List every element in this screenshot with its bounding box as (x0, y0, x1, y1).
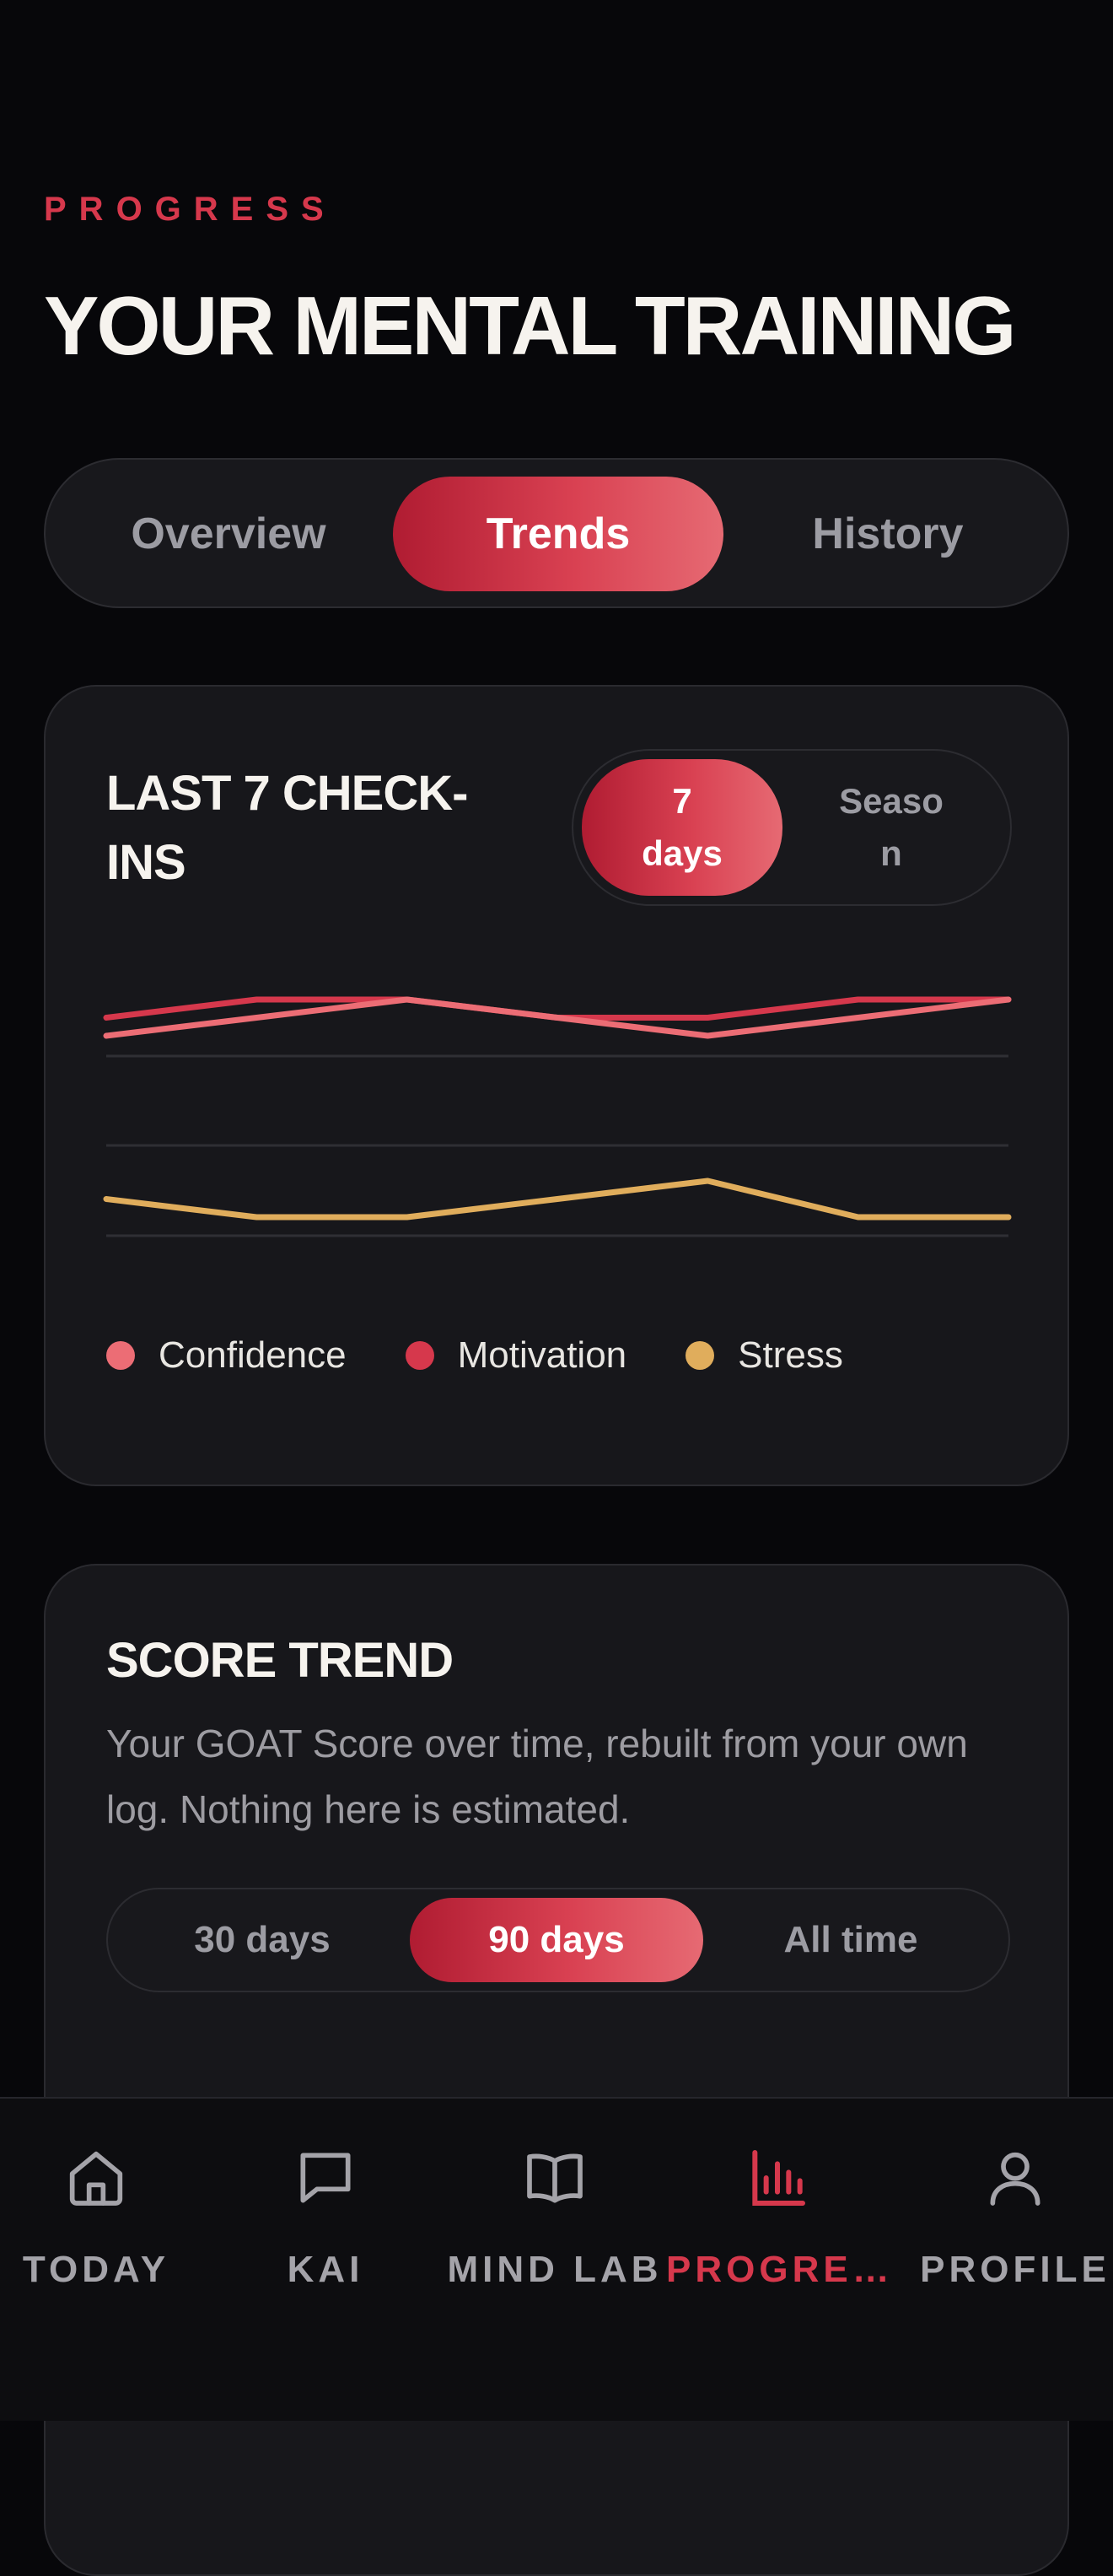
chart-legend: Confidence Motivation Stress (106, 1334, 902, 1377)
score-tab-30-days[interactable]: 30 days (116, 1898, 408, 1982)
nav-item-mind-lab[interactable]: MIND LAB (444, 2144, 666, 2291)
nav-label-today: TODAY (22, 2249, 170, 2290)
person-icon (990, 2152, 1040, 2206)
checkins-card: LAST 7 CHECK- INS 7 days Seaso n Confidenc… (44, 685, 1069, 1486)
bottom-nav: TODAY KAI MIND LAB PROGRE… PROFILE (0, 2097, 1113, 2421)
bar-chart-icon (752, 2150, 805, 2206)
legend-stress-dot (686, 1341, 715, 1370)
checkins-line-chart (103, 996, 1012, 1237)
nav-label-profile: PROFILE (920, 2249, 1110, 2290)
legend-stress-label: Stress (738, 1334, 843, 1376)
score-trend-description: Your GOAT Score over time, rebuilt from … (106, 1722, 968, 1831)
series-line-stress (103, 1178, 1012, 1221)
series-line-confidence (103, 996, 1012, 1039)
legend-motivation-dot (405, 1341, 434, 1370)
legend-motivation: Motivation (405, 1334, 627, 1377)
nav-label-mind-lab: MIND LAB (447, 2249, 663, 2290)
tab-history[interactable]: History (723, 477, 1052, 591)
legend-motivation-label: Motivation (457, 1334, 627, 1376)
legend-confidence: Confidence (106, 1334, 347, 1377)
nav-item-kai[interactable]: KAI (214, 2144, 437, 2291)
score-tab-all-time[interactable]: All time (705, 1898, 997, 1982)
legend-confidence-label: Confidence (159, 1334, 347, 1376)
page-eyebrow: PROGRESS (44, 191, 336, 228)
tab-trends[interactable]: Trends (393, 477, 723, 591)
nav-item-progress[interactable]: PROGRE… (666, 2144, 894, 2291)
nav-label-kai: KAI (287, 2249, 364, 2290)
legend-stress: Stress (686, 1334, 843, 1377)
nav-item-profile[interactable]: PROFILE (904, 2144, 1113, 2291)
score-tab-90-days[interactable]: 90 days (410, 1898, 703, 1982)
home-icon (69, 2151, 123, 2206)
nav-label-progress: PROGRE… (666, 2249, 894, 2290)
main-tab-bar: Overview Trends History (44, 458, 1069, 608)
chat-bubble-icon (300, 2153, 351, 2203)
score-range-tabs: 30 days 90 days All time (106, 1888, 1010, 1992)
nav-item-today[interactable]: TODAY (0, 2144, 207, 2291)
page-title: YOUR MENTAL TRAINING (44, 279, 1016, 372)
tab-overview[interactable]: Overview (64, 477, 393, 591)
book-icon (527, 2153, 583, 2203)
score-trend-title: SCORE TREND (106, 1633, 454, 1688)
legend-confidence-dot (106, 1341, 135, 1370)
score-trend-card: SCORE TREND Your GOAT Score over time, r… (44, 1564, 1069, 2576)
